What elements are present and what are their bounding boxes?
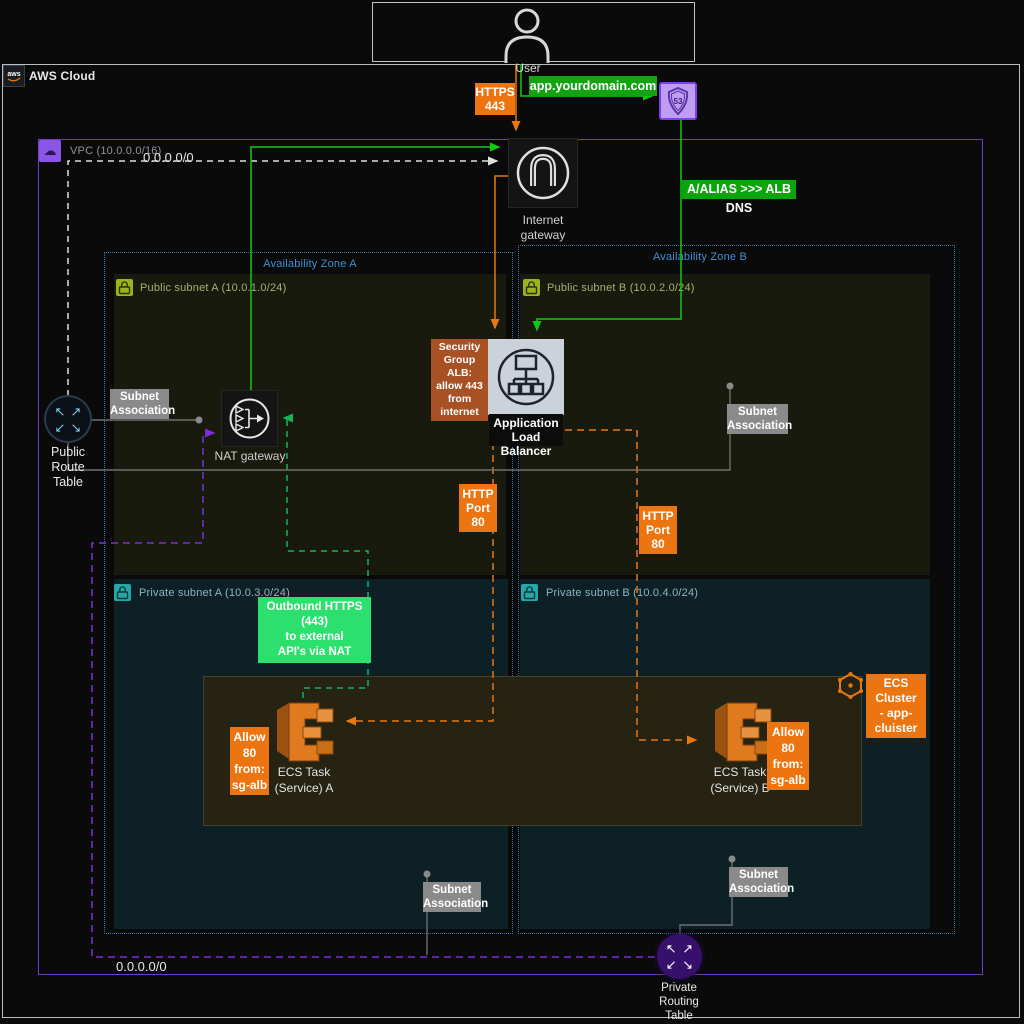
http-port-80-badge-b: HTTP Port 80 (639, 506, 677, 554)
application-load-balancer-icon (488, 339, 564, 415)
route-0000-bottom-label: 0.0.0.0/0 (116, 959, 167, 974)
alias-record-badge: A/ALIAS >>> ALB DNS (682, 180, 796, 199)
private-subnet-a-lock-icon (114, 584, 131, 601)
subnet-association-badge-private-b: Subnet Association (729, 867, 788, 897)
internet-gateway-label: Internet gateway (508, 213, 578, 243)
public-route-table-icon: ↖ ↗ ↙ ↘ (46, 397, 90, 441)
private-subnet-b-lock-icon (521, 584, 538, 601)
ecs-cluster-icon (837, 672, 864, 704)
user-label: User (505, 61, 551, 75)
route53-icon: 53 (659, 82, 697, 120)
subnet-association-badge-public-b: Subnet Association (727, 404, 788, 434)
user-icon (498, 6, 556, 69)
domain-badge: app.yourdomain.com (529, 76, 657, 96)
ecs-task-a-label: ECS Task (Service) A (262, 764, 346, 796)
public-route-table-label: Public Route Table (40, 445, 96, 490)
public-subnet-a-lock-icon (116, 279, 133, 296)
http-port-80-badge-a: HTTP Port 80 (459, 484, 497, 532)
https-443-badge: HTTPS 443 (475, 83, 515, 115)
allow-80-sg-alb-badge-b: Allow 80 from: sg-alb (767, 722, 809, 790)
security-group-alb-badge: Security Group ALB: allow 443 from inter… (431, 339, 488, 421)
route53-number: 53 (674, 97, 683, 106)
route-0000-top-label: 0.0.0.0/0 (143, 150, 194, 165)
architecture-diagram: aws AWS Cloud ☁ VPC (10.0.0.0/16) Availa… (0, 0, 1024, 1024)
outbound-https-badge: Outbound HTTPS (443) to external API's v… (258, 597, 371, 663)
nat-gateway-label: NAT gateway (205, 449, 295, 463)
aws-logo-icon: aws (3, 65, 25, 87)
internet-gateway-icon (509, 139, 577, 207)
private-routing-table-icon: ↖ ↗ ↙ ↘ (657, 934, 702, 979)
allow-80-sg-alb-badge-a: Allow 80 from: sg-alb (230, 727, 269, 795)
application-load-balancer-label: Application Load Balancer (489, 414, 563, 446)
nat-gateway-icon (222, 391, 277, 446)
svg-text:aws: aws (7, 71, 20, 78)
ecs-cluster-badge: ECS Cluster - app- cluister (866, 674, 926, 738)
subnet-association-badge-private-a: Subnet Association (423, 882, 481, 912)
vpc-icon: ☁ (39, 140, 61, 162)
private-routing-table-label: Private Routing Table (650, 981, 708, 1023)
public-subnet-b-lock-icon (523, 279, 540, 296)
subnet-association-badge-public-a: Subnet Association (110, 389, 169, 419)
